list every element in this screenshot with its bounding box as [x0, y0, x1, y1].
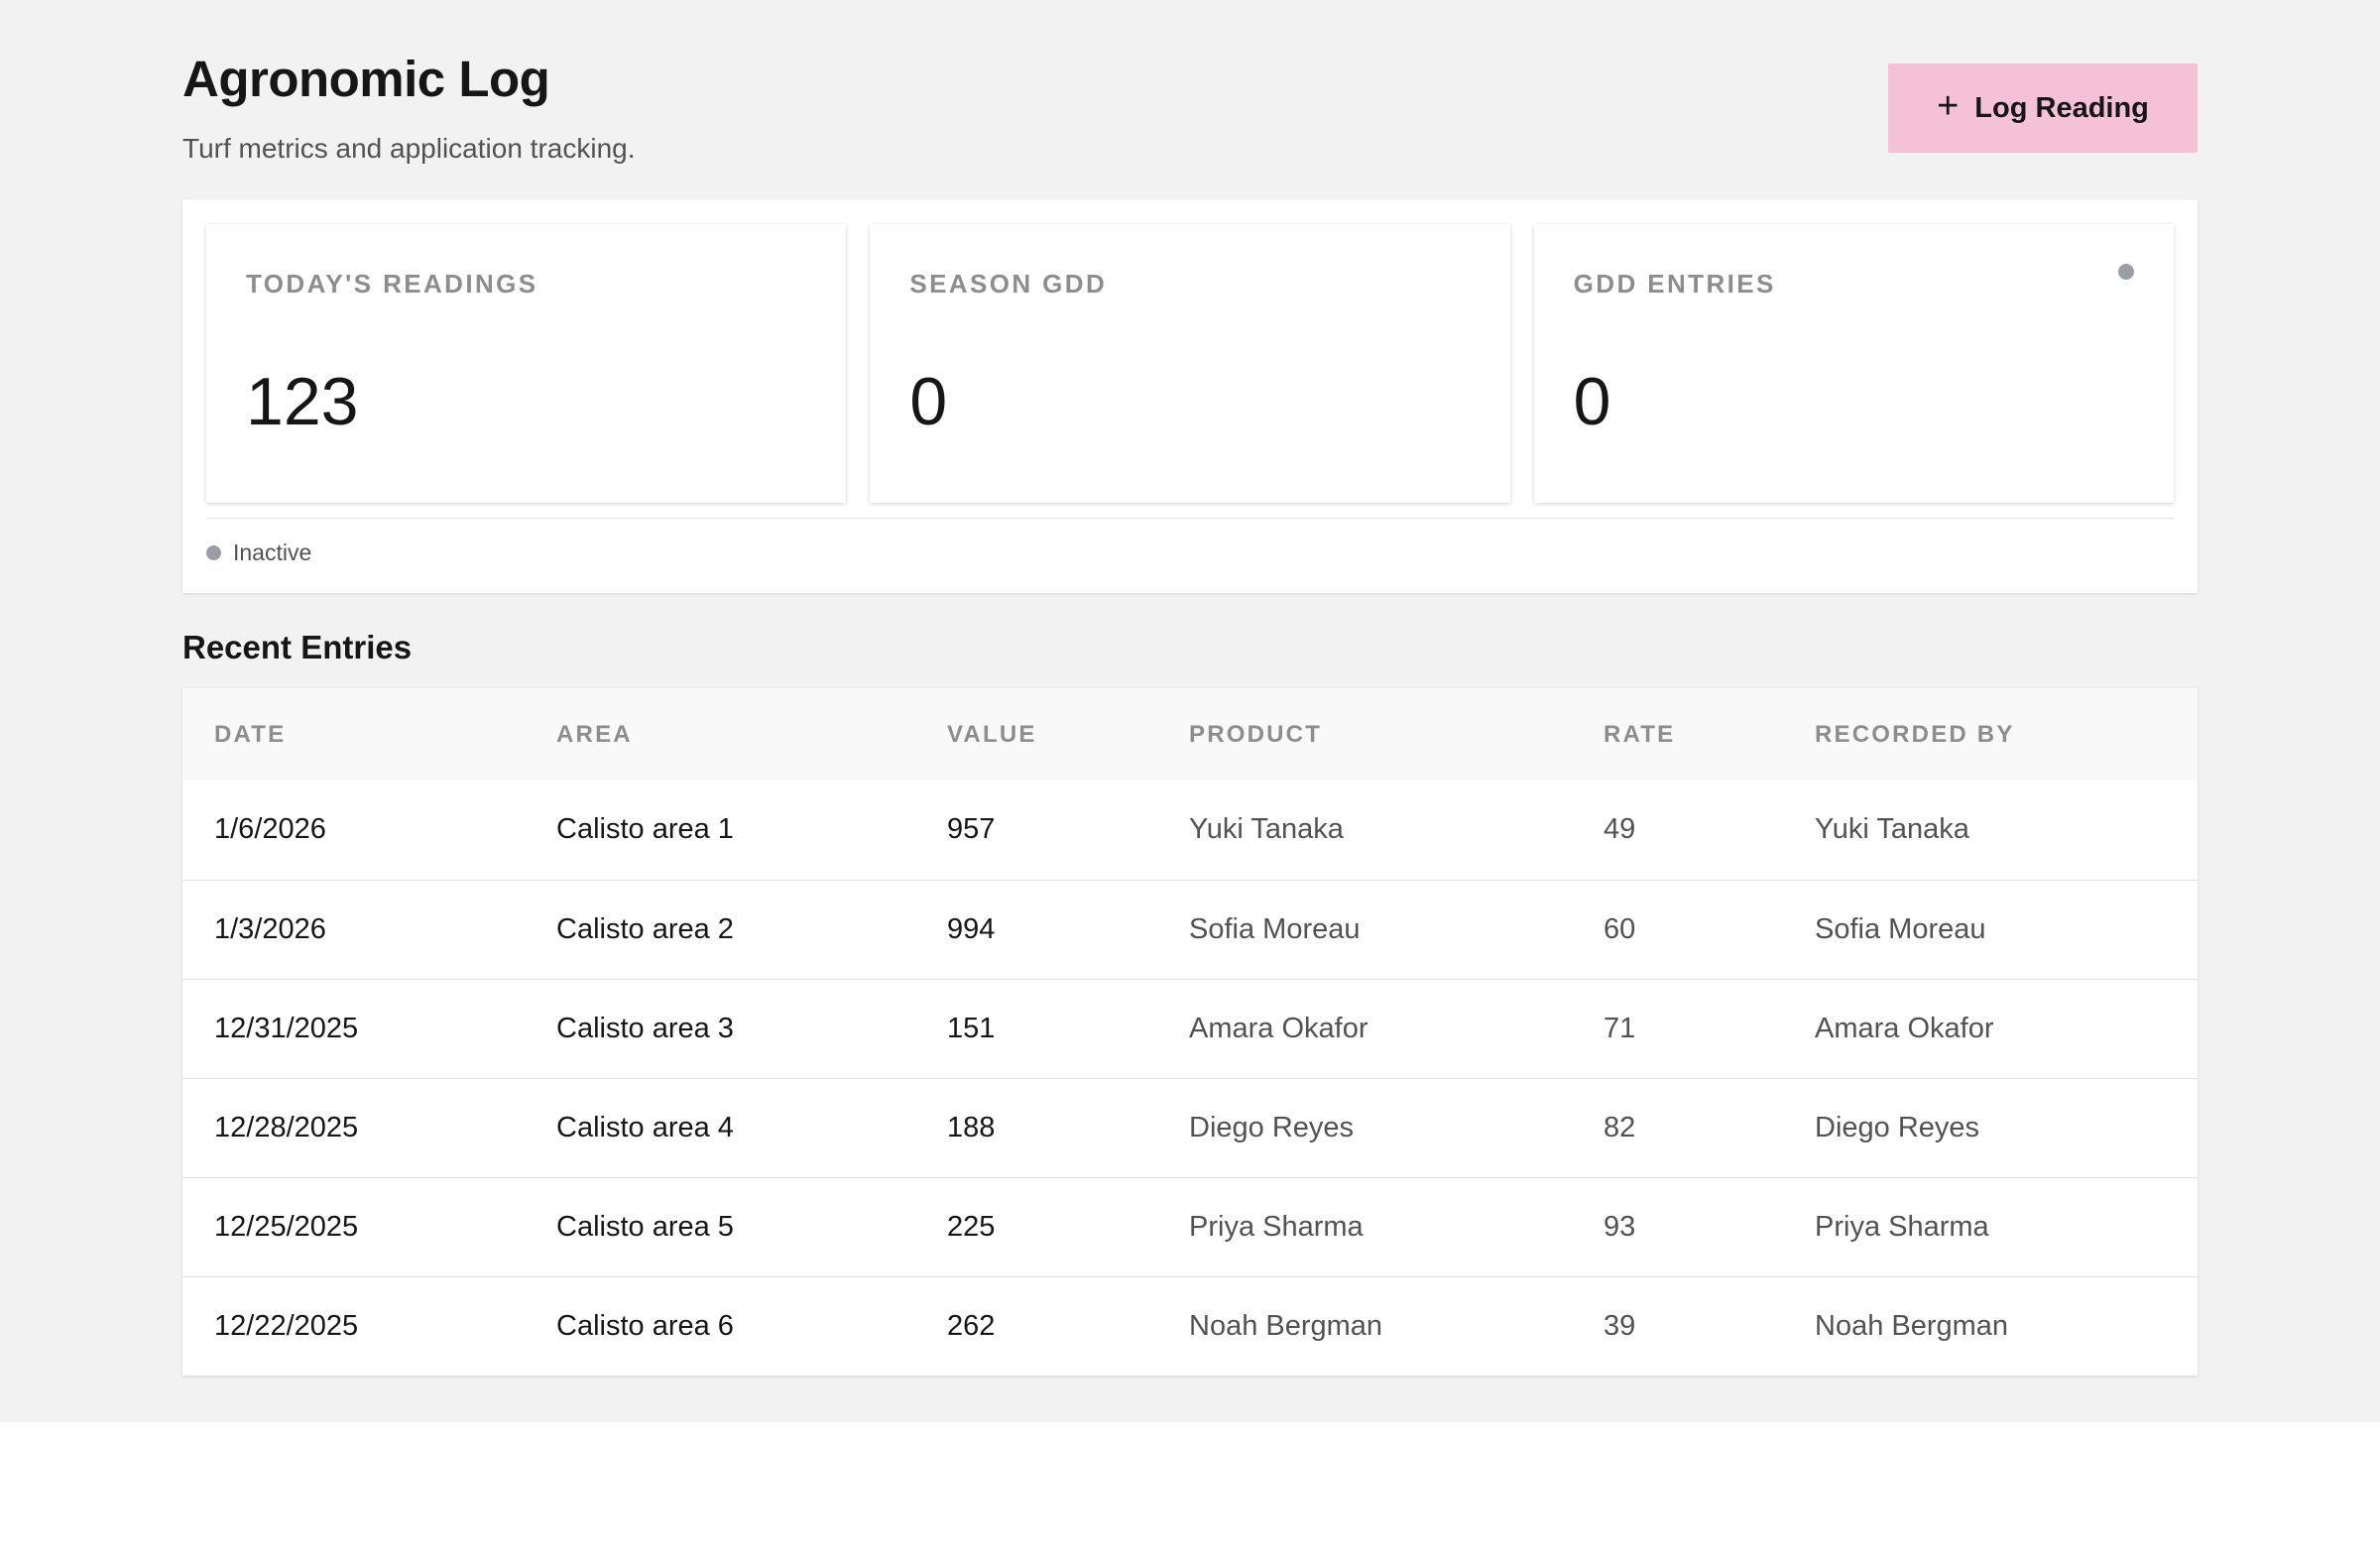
metric-label: TODAY'S READINGS — [246, 269, 538, 299]
cell-area: Calisto area 6 — [556, 1309, 734, 1342]
cell-date: 12/31/2025 — [214, 1012, 359, 1044]
recent-entries-title: Recent Entries — [182, 629, 413, 665]
cell-product: Yuki Tanaka — [1189, 813, 1344, 846]
cell-product: Amara Okafor — [1189, 1012, 1368, 1044]
metric-card-season-gdd: SEASON GDD 0 — [870, 224, 1510, 503]
cell-rate: 49 — [1604, 813, 1636, 846]
page-header: Agronomic Log Turf metrics and applicati… — [182, 0, 2198, 198]
cell-recorded-by: Sofia Moreau — [1815, 912, 1986, 945]
metric-value: 123 — [246, 364, 359, 439]
column-header-area: AREA — [556, 720, 633, 748]
cell-rate: 71 — [1604, 1012, 1636, 1044]
cell-date: 12/28/2025 — [214, 1111, 359, 1143]
metric-card-gdd-entries: GDD ENTRIES 0 — [1533, 224, 2174, 503]
cell-area: Calisto area 1 — [556, 813, 734, 846]
page-container: Agronomic Log Turf metrics and applicati… — [182, 0, 2198, 1376]
cell-rate: 39 — [1604, 1309, 1636, 1342]
page-title: Agronomic Log — [182, 51, 550, 107]
column-header-value: VALUE — [947, 720, 1037, 748]
status-indicator: Inactive — [206, 540, 311, 566]
cell-product: Priya Sharma — [1189, 1210, 1364, 1243]
page-subtitle: Turf metrics and application tracking. — [182, 133, 636, 164]
table-row[interactable]: 12/31/2025 Calisto area 3 151 Amara Okaf… — [182, 979, 2198, 1078]
table-header-row: DATE AREA VALUE PRODUCT RATE RECORDED BY — [182, 688, 2198, 781]
cell-value: 151 — [947, 1012, 996, 1044]
cell-rate: 82 — [1604, 1111, 1636, 1143]
metrics-panel: TODAY'S READINGS 123 SEASON GDD 0 GDD EN… — [182, 199, 2198, 593]
cell-value: 994 — [947, 912, 996, 945]
cell-date: 12/22/2025 — [214, 1309, 359, 1342]
log-reading-button-label: Log Reading — [1974, 91, 2149, 124]
log-reading-button[interactable]: + Log Reading — [1888, 63, 2198, 153]
panel-divider — [206, 518, 2174, 519]
plus-icon: + — [1937, 85, 1960, 127]
column-header-product: PRODUCT — [1189, 720, 1323, 748]
table-row[interactable]: 1/6/2026 Calisto area 1 957 Yuki Tanaka … — [182, 781, 2198, 880]
cell-value: 262 — [947, 1309, 996, 1342]
entries-table: DATE AREA VALUE PRODUCT RATE RECORDED BY… — [182, 688, 2198, 1376]
column-header-rate: RATE — [1604, 720, 1676, 748]
metric-card-todays-readings: TODAY'S READINGS 123 — [206, 224, 847, 503]
cell-recorded-by: Yuki Tanaka — [1815, 813, 1969, 846]
status-indicator-dot — [2117, 264, 2134, 280]
column-header-recorded-by: RECORDED BY — [1815, 720, 2015, 748]
cell-date: 1/3/2026 — [214, 912, 326, 945]
metric-label: GDD ENTRIES — [1573, 269, 1776, 299]
cell-area: Calisto area 3 — [556, 1012, 734, 1044]
cell-product: Diego Reyes — [1189, 1111, 1355, 1143]
table-body: 1/6/2026 Calisto area 1 957 Yuki Tanaka … — [182, 781, 2198, 1376]
metric-cards: TODAY'S READINGS 123 SEASON GDD 0 GDD EN… — [206, 224, 2174, 503]
table-row[interactable]: 12/25/2025 Calisto area 5 225 Priya Shar… — [182, 1177, 2198, 1276]
metric-value: 0 — [1573, 364, 1611, 439]
cell-recorded-by: Diego Reyes — [1815, 1111, 1980, 1143]
cell-product: Sofia Moreau — [1189, 912, 1361, 945]
metric-value: 0 — [909, 364, 948, 439]
column-header-date: DATE — [214, 720, 287, 748]
table-header: DATE AREA VALUE PRODUCT RATE RECORDED BY — [182, 688, 2198, 781]
cell-recorded-by: Amara Okafor — [1815, 1012, 1994, 1044]
table-row[interactable]: 12/22/2025 Calisto area 6 262 Noah Bergm… — [182, 1276, 2198, 1376]
status-label: Inactive — [233, 540, 312, 565]
table-row[interactable]: 12/28/2025 Calisto area 4 188 Diego Reye… — [182, 1078, 2198, 1177]
cell-value: 957 — [947, 813, 996, 846]
cell-rate: 60 — [1604, 912, 1636, 945]
cell-date: 1/6/2026 — [214, 813, 326, 846]
cell-area: Calisto area 5 — [556, 1210, 734, 1243]
cell-value: 188 — [947, 1111, 996, 1143]
cell-value: 225 — [947, 1210, 996, 1243]
cell-area: Calisto area 4 — [556, 1111, 734, 1143]
cell-date: 12/25/2025 — [214, 1210, 359, 1243]
metric-label: SEASON GDD — [909, 269, 1108, 299]
cell-recorded-by: Priya Sharma — [1815, 1210, 1989, 1243]
table-row[interactable]: 1/3/2026 Calisto area 2 994 Sofia Moreau… — [182, 880, 2198, 979]
recent-entries-table: DATE AREA VALUE PRODUCT RATE RECORDED BY… — [182, 688, 2198, 1376]
cell-rate: 93 — [1604, 1210, 1636, 1243]
status-dot-icon — [206, 545, 221, 560]
cell-recorded-by: Noah Bergman — [1815, 1309, 2009, 1342]
cell-area: Calisto area 2 — [556, 912, 734, 945]
cell-product: Noah Bergman — [1189, 1309, 1383, 1342]
